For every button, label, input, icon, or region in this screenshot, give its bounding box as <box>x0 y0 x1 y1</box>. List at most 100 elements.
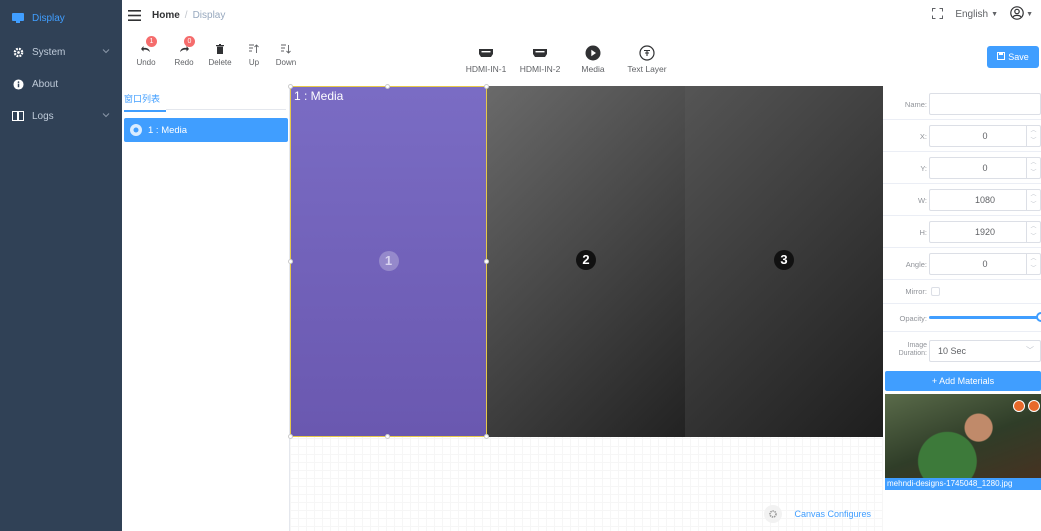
header: Home / Display English ▼ ▼ <box>122 0 1041 30</box>
source-hdmi-in-2[interactable]: HDMI-IN-2 <box>518 42 562 74</box>
move-up-icon <box>240 42 268 56</box>
resize-handle[interactable] <box>484 434 489 439</box>
h-input[interactable]: 1920 ︿ ﹀ <box>929 221 1041 243</box>
canvas-area: 2 3 1 : Media 1 Canvas Configures <box>288 84 883 531</box>
w-label: W: <box>917 196 927 205</box>
angle-input[interactable]: 0 ︿ ﹀ <box>929 253 1041 275</box>
mirror-checkbox[interactable] <box>931 287 940 296</box>
spinner-icon[interactable]: ︿ ﹀ <box>1026 158 1040 178</box>
x-input[interactable]: 0 ︿ ﹀ <box>929 125 1041 147</box>
resize-handle[interactable] <box>288 259 293 264</box>
up-button[interactable]: Up <box>240 42 268 67</box>
sidebar-item-label: Display <box>32 12 65 24</box>
user-icon <box>1010 6 1024 23</box>
window-item-label: 1 : Media <box>148 124 188 136</box>
save-button[interactable]: Save <box>987 46 1039 68</box>
play-icon <box>576 42 610 64</box>
redo-label: Redo <box>174 58 194 67</box>
spinner-icon[interactable]: ︿ ﹀ <box>1026 254 1040 274</box>
material-filename: mehndi-designs-1745048_1280.jpg <box>885 478 1041 490</box>
x-value: 0 <box>982 131 988 141</box>
h-value: 1920 <box>974 227 996 237</box>
resize-handle[interactable] <box>484 259 489 264</box>
sidebar-item-about[interactable]: About <box>0 68 122 100</box>
source-label: HDMI-IN-2 <box>519 64 561 74</box>
hamburger-icon[interactable] <box>128 8 142 22</box>
sidebar-item-display[interactable]: Display <box>0 0 122 36</box>
h-label: H: <box>919 228 928 237</box>
header-right: English ▼ ▼ <box>932 6 1033 23</box>
resize-handle[interactable] <box>484 84 489 89</box>
tab-window-list[interactable]: 窗口列表 <box>124 92 166 112</box>
screen-number: 3 <box>774 250 794 270</box>
down-label: Down <box>275 58 297 67</box>
duration-value: 10 Sec <box>938 346 967 356</box>
source-hdmi-in-1[interactable]: HDMI-IN-1 <box>464 42 508 74</box>
language-select[interactable]: English ▼ <box>955 9 998 20</box>
chevron-down-icon <box>102 111 110 119</box>
material-delete-icon[interactable] <box>1028 400 1040 412</box>
duration-row: Image Duration: 10 Sec ﹀ <box>883 336 1041 366</box>
redo-button[interactable]: 0 Redo <box>170 36 198 67</box>
y-value: 0 <box>982 163 988 173</box>
material-edit-icon[interactable] <box>1013 400 1025 412</box>
gear-icon <box>764 505 783 523</box>
source-text-layer[interactable]: Text Layer <box>624 42 670 74</box>
w-row: W: 1080 ︿ ﹀ <box>883 184 1041 216</box>
source-label: HDMI-IN-1 <box>465 64 507 74</box>
screen-3[interactable]: 3 <box>685 86 883 437</box>
sidebar-item-label: System <box>32 46 66 58</box>
opacity-slider[interactable] <box>929 312 1041 322</box>
canvas-configures[interactable]: Canvas Configures <box>764 505 871 523</box>
sidebar-item-logs[interactable]: Logs <box>0 100 122 132</box>
info-icon <box>12 78 24 90</box>
language-label: English <box>955 9 989 20</box>
resize-handle[interactable] <box>385 434 390 439</box>
duration-label: Image Duration: <box>898 342 927 357</box>
duration-select[interactable]: 10 Sec ﹀ <box>929 340 1041 362</box>
screen-2[interactable]: 2 <box>487 86 685 437</box>
resize-handle[interactable] <box>288 434 293 439</box>
spinner-icon[interactable]: ︿ ﹀ <box>1026 190 1040 210</box>
properties-panel: Name: X: 0 ︿ ﹀ Y: 0 ︿ ﹀ W: 1080 ︿ ﹀ H: 1920 ︿ ﹀ … <box>883 86 1041 531</box>
h-row: H: 1920 ︿ ﹀ <box>883 216 1041 248</box>
book-icon <box>12 110 24 122</box>
gear-icon <box>12 46 24 58</box>
window-list-item[interactable]: 1 : Media <box>124 118 288 142</box>
opacity-slider-handle[interactable] <box>1036 312 1041 322</box>
undo-badge: 1 <box>146 36 157 47</box>
w-value: 1080 <box>974 195 996 205</box>
delete-button[interactable]: Delete <box>206 42 234 67</box>
spinner-icon[interactable]: ︿ ﹀ <box>1026 126 1040 146</box>
toolbar: 1 Undo 0 Redo Delete Up Down HDMI-IN-1 H… <box>122 30 1041 86</box>
opacity-slider-fill <box>929 316 1041 319</box>
add-materials-button[interactable]: + Add Materials <box>885 371 1041 391</box>
material-thumbnail[interactable]: mehndi-designs-1745048_1280.jpg <box>885 394 1041 490</box>
up-label: Up <box>248 58 260 67</box>
name-input[interactable] <box>929 93 1041 115</box>
save-icon <box>997 52 1006 62</box>
spinner-icon[interactable]: ︿ ﹀ <box>1026 222 1040 242</box>
resize-handle[interactable] <box>385 84 390 89</box>
undo-button[interactable]: 1 Undo <box>132 36 160 67</box>
media-window[interactable]: 1 : Media 1 <box>290 86 487 437</box>
opacity-label: Opacity: <box>899 314 927 323</box>
resize-handle[interactable] <box>288 84 293 89</box>
w-input[interactable]: 1080 ︿ ﹀ <box>929 189 1041 211</box>
caret-down-icon: ▼ <box>991 11 999 18</box>
undo-label: Undo <box>136 58 156 67</box>
mirror-row: Mirror: <box>883 280 1041 304</box>
sidebar-item-system[interactable]: System <box>0 36 122 68</box>
breadcrumb-current: Display <box>192 9 226 21</box>
x-row: X: 0 ︿ ﹀ <box>883 120 1041 152</box>
down-button[interactable]: Down <box>272 42 300 67</box>
fullscreen-icon[interactable] <box>932 7 944 22</box>
x-label: X: <box>919 132 927 141</box>
breadcrumb-home[interactable]: Home <box>152 10 180 21</box>
user-menu[interactable]: ▼ <box>1010 6 1033 23</box>
y-input[interactable]: 0 ︿ ﹀ <box>929 157 1041 179</box>
chevron-down-icon: ﹀ <box>1026 346 1034 355</box>
delete-label: Delete <box>208 58 232 67</box>
caret-down-icon: ▼ <box>1026 11 1033 18</box>
source-media[interactable]: Media <box>576 42 610 74</box>
